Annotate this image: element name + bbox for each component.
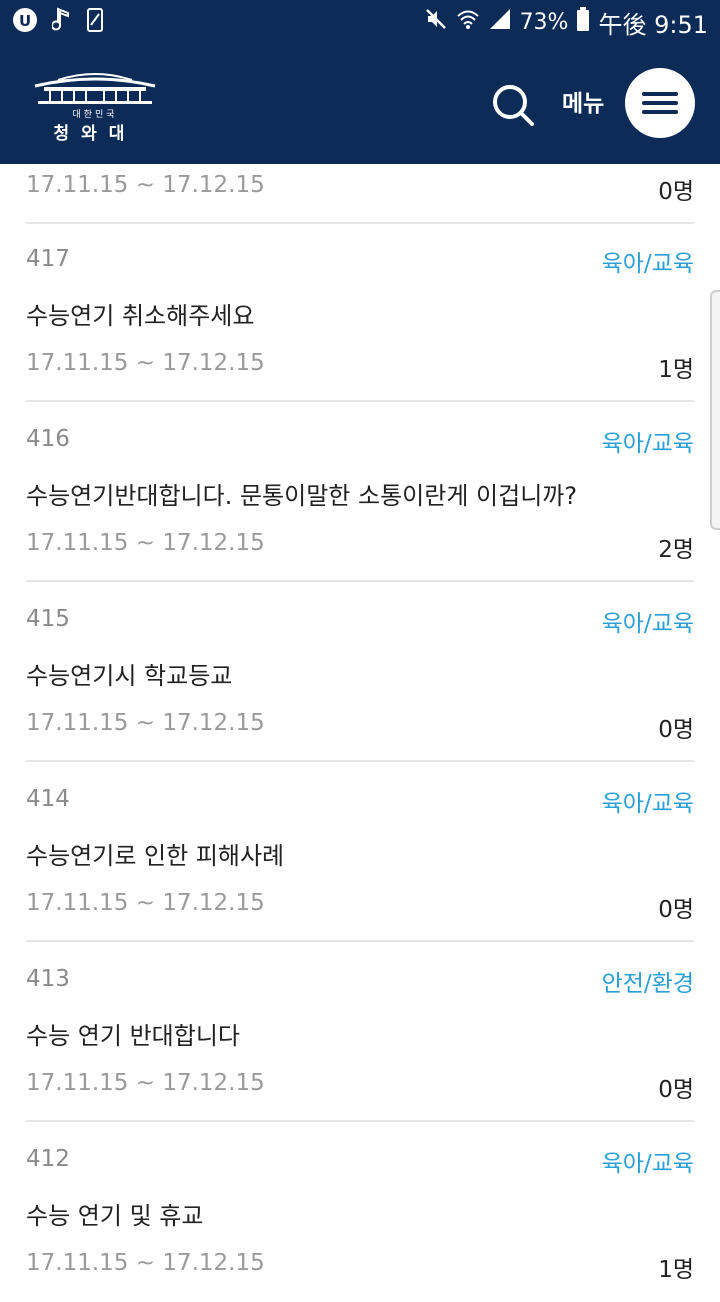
- petition-category: 안전/환경: [601, 971, 694, 997]
- petition-period: 17.11.15 ~ 17.12.15: [26, 172, 265, 198]
- menu-label[interactable]: 메뉴: [562, 88, 604, 120]
- scrollbar[interactable]: [710, 290, 720, 530]
- petition-number: 415: [26, 606, 70, 632]
- petition-number: 412: [26, 1146, 70, 1172]
- petition-period: 17.11.15 ~ 17.12.15: [26, 710, 265, 736]
- u-plus-icon: U: [12, 7, 38, 37]
- clock: 午後 9:51: [598, 10, 708, 39]
- petition-title[interactable]: 수능연기 취소해주세요: [26, 296, 254, 331]
- list-item[interactable]: 417 육아/교육 수능연기 취소해주세요 17.11.15 ~ 17.12.1…: [26, 222, 694, 402]
- logo-title: 청와대: [53, 124, 137, 144]
- hamburger-icon-line: [642, 101, 678, 105]
- petition-period: 17.11.15 ~ 17.12.15: [26, 890, 265, 916]
- list-item[interactable]: 414 육아/교육 수능연기로 인한 피해사례 17.11.15 ~ 17.12…: [26, 762, 694, 942]
- list-item[interactable]: 412 육아/교육 수능 연기 및 휴교 17.11.15 ~ 17.12.15…: [26, 1122, 694, 1302]
- search-button[interactable]: [490, 82, 536, 128]
- petition-title[interactable]: 수능연기시 학교등교: [26, 656, 232, 691]
- petition-title[interactable]: 수능 연기 및 휴교: [26, 1196, 203, 1231]
- petition-category: 육아/교육: [601, 431, 694, 457]
- petition-count: 0명: [658, 717, 694, 743]
- petition-title[interactable]: 수능연기로 인한 피해사례: [26, 836, 284, 871]
- blue-house-roof-icon: [34, 73, 156, 104]
- cheongwadae-logo[interactable]: 대한민국 청와대: [30, 70, 160, 144]
- petition-count: 2명: [658, 537, 694, 563]
- petition-number: 414: [26, 786, 70, 812]
- petition-count: 1명: [658, 357, 694, 383]
- site-header: 대한민국 청와대 메뉴: [0, 44, 720, 164]
- petition-period: 17.11.15 ~ 17.12.15: [26, 350, 265, 376]
- petition-period: 17.11.15 ~ 17.12.15: [26, 1070, 265, 1096]
- petition-number: 416: [26, 426, 70, 452]
- petition-number: 417: [26, 246, 70, 272]
- list-item[interactable]: 415 육아/교육 수능연기시 학교등교 17.11.15 ~ 17.12.15…: [26, 582, 694, 762]
- petition-count: 0명: [658, 1077, 694, 1103]
- mute-icon: [424, 7, 448, 37]
- petition-count: 0명: [658, 897, 694, 923]
- music-note-icon: [51, 7, 72, 37]
- battery-percent: 73%: [519, 9, 569, 35]
- hamburger-icon-line: [642, 110, 678, 114]
- list-item-partial[interactable]: 17.11.15 ~ 17.12.15 0명: [26, 164, 694, 224]
- status-bar: U 73% 午後 9:51: [0, 0, 720, 44]
- svg-text:U: U: [19, 12, 31, 30]
- list-item[interactable]: 413 안전/환경 수능 연기 반대합니다 17.11.15 ~ 17.12.1…: [26, 942, 694, 1122]
- battery-icon: [576, 6, 590, 38]
- petition-category: 육아/교육: [601, 251, 694, 277]
- petition-count: 0명: [658, 179, 694, 205]
- hamburger-icon-line: [642, 92, 678, 96]
- petition-title[interactable]: 수능연기반대합니다. 문통이말한 소통이란게 이겁니까?: [26, 476, 577, 511]
- petition-category: 육아/교육: [601, 1151, 694, 1177]
- petition-number: 413: [26, 966, 70, 992]
- petition-period: 17.11.15 ~ 17.12.15: [26, 1250, 265, 1276]
- menu-button[interactable]: [625, 68, 695, 138]
- signal-icon: [488, 7, 512, 37]
- petition-title[interactable]: 수능 연기 반대합니다: [26, 1016, 240, 1051]
- list-item[interactable]: 416 육아/교육 수능연기반대합니다. 문통이말한 소통이란게 이겁니까? 1…: [26, 402, 694, 582]
- phone-icon: [86, 7, 104, 37]
- petition-category: 육아/교육: [601, 611, 694, 637]
- petition-category: 육아/교육: [601, 791, 694, 817]
- petition-count: 1명: [658, 1257, 694, 1283]
- wifi-icon: [456, 7, 480, 37]
- search-icon: [493, 85, 534, 126]
- petition-period: 17.11.15 ~ 17.12.15: [26, 530, 265, 556]
